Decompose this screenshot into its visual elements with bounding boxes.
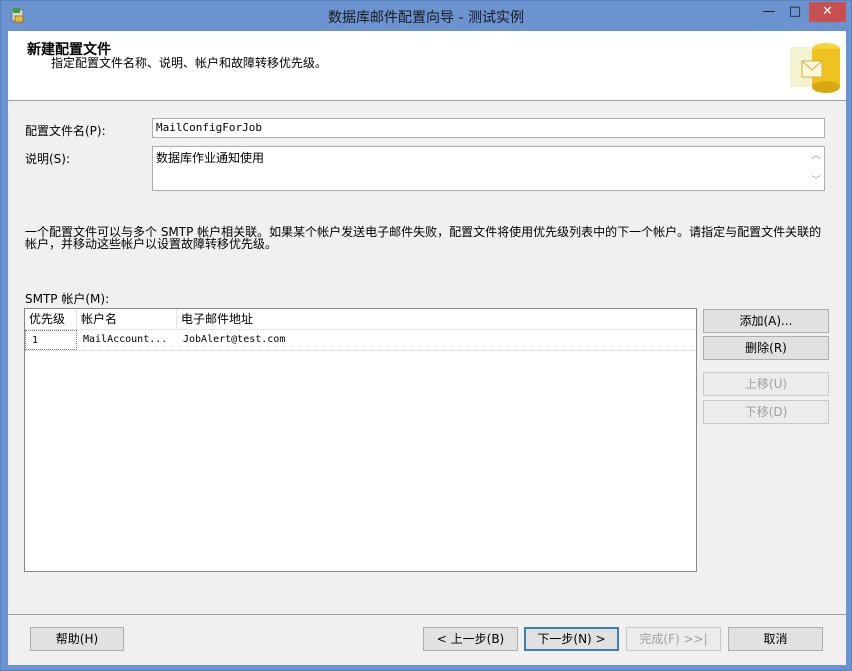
footer-divider bbox=[8, 614, 846, 615]
move-down-button[interactable]: 下移(D) bbox=[703, 400, 829, 424]
remove-account-button[interactable]: 删除(R) bbox=[703, 336, 829, 360]
add-account-button[interactable]: 添加(A)... bbox=[703, 309, 829, 333]
wizard-client-area: 新建配置文件 指定配置文件名称、说明、帐户和故障转移优先级。 配置文件名(P):… bbox=[8, 31, 846, 665]
scroll-up-icon[interactable]: ︿ bbox=[810, 150, 822, 162]
smtp-accounts-label: SMTP 帐户(M): bbox=[25, 292, 110, 306]
profile-name-label: 配置文件名(P): bbox=[25, 124, 106, 138]
description-textarea[interactable]: 数据库作业通知使用 ︿ ﹀ bbox=[152, 146, 825, 191]
finish-button[interactable]: 完成(F) >>| bbox=[626, 627, 721, 651]
priority-cell[interactable]: 1 bbox=[25, 330, 77, 350]
account-name-cell: MailAccount... bbox=[83, 334, 168, 345]
column-email-address[interactable]: 电子邮件地址 bbox=[177, 309, 696, 329]
help-button[interactable]: 帮助(H) bbox=[30, 627, 124, 651]
close-button[interactable]: ✕ bbox=[809, 2, 846, 22]
scroll-down-icon[interactable]: ﹀ bbox=[810, 175, 822, 187]
minimize-button[interactable]: — bbox=[756, 2, 782, 22]
list-header: 优先级 帐户名 电子邮件地址 bbox=[25, 309, 696, 330]
profile-name-input[interactable]: MailConfigForJob bbox=[152, 118, 825, 138]
description-label: 说明(S): bbox=[25, 152, 71, 166]
wizard-window: 数据库邮件配置向导 - 测试实例 — □ ✕ 新建配置文件 指定配置文件名称、说… bbox=[0, 0, 852, 671]
description-text: 数据库作业通知使用 bbox=[156, 151, 265, 165]
window-title: 数据库邮件配置向导 - 测试实例 bbox=[328, 10, 524, 26]
column-priority[interactable]: 优先级 bbox=[25, 309, 77, 329]
move-up-button[interactable]: 上移(U) bbox=[703, 372, 829, 396]
table-row[interactable]: 1 MailAccount... JobAlert@test.com bbox=[25, 330, 696, 351]
database-mail-icon bbox=[790, 43, 840, 93]
smtp-accounts-list[interactable]: 优先级 帐户名 电子邮件地址 1 MailAccount... JobAlert… bbox=[24, 308, 697, 572]
page-subtitle: 指定配置文件名称、说明、帐户和故障转移优先级。 bbox=[51, 56, 328, 70]
maximize-button[interactable]: □ bbox=[782, 2, 808, 22]
column-account-name[interactable]: 帐户名 bbox=[77, 309, 177, 329]
next-button[interactable]: 下一步(N) > bbox=[524, 627, 619, 651]
title-bar: 数据库邮件配置向导 - 测试实例 — □ ✕ bbox=[1, 1, 851, 31]
back-button[interactable]: < 上一步(B) bbox=[423, 627, 518, 651]
cancel-button[interactable]: 取消 bbox=[728, 627, 823, 651]
email-address-cell: JobAlert@test.com bbox=[183, 334, 286, 345]
wizard-header: 新建配置文件 指定配置文件名称、说明、帐户和故障转移优先级。 bbox=[8, 31, 846, 101]
failover-info-text: 一个配置文件可以与多个 SMTP 帐户相关联。如果某个帐户发送电子邮件失败，配置… bbox=[25, 225, 822, 251]
